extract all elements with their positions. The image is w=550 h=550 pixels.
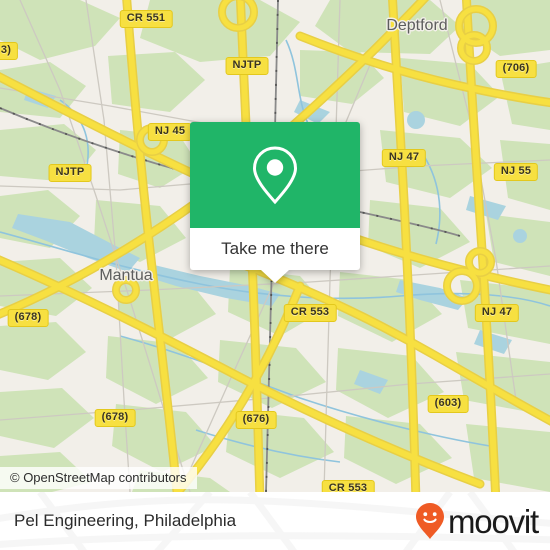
moovit-pin-smiley-icon bbox=[416, 503, 444, 539]
take-me-there-label: Take me there bbox=[221, 239, 329, 258]
road-shield[interactable]: NJTP bbox=[225, 57, 269, 75]
road-shield[interactable]: (678) bbox=[7, 309, 49, 327]
place-label: Mantua bbox=[99, 267, 153, 284]
road-shield[interactable]: 3) bbox=[0, 42, 19, 60]
road-shield[interactable]: CR 553 bbox=[321, 480, 375, 492]
page-title: Pel Engineering, Philadelphia bbox=[14, 511, 237, 530]
road-shield[interactable]: (678) bbox=[94, 409, 136, 427]
popup-pointer bbox=[261, 270, 289, 283]
osm-attribution[interactable]: © OpenStreetMap contributors bbox=[0, 467, 197, 489]
moovit-logo[interactable]: moovit bbox=[415, 502, 539, 540]
footer-bar: Pel Engineering, Philadelphia moovit bbox=[0, 492, 550, 550]
location-popup[interactable]: Take me there bbox=[190, 122, 360, 283]
moovit-wordmark: moovit bbox=[448, 502, 539, 540]
take-me-there-button[interactable]: Take me there bbox=[190, 228, 360, 270]
map-pin-icon bbox=[252, 146, 298, 205]
road-shield[interactable]: NJ 55 bbox=[493, 163, 539, 181]
road-shield[interactable]: NJ 47 bbox=[474, 304, 520, 322]
place-label: Deptford bbox=[386, 17, 448, 34]
road-shield[interactable]: (676) bbox=[235, 411, 277, 429]
map-screenshot: Deptford Mantua CR 551 3) NJTP (706) NJ … bbox=[0, 0, 550, 550]
road-shield[interactable]: NJ 47 bbox=[381, 149, 427, 167]
road-shield[interactable]: CR 553 bbox=[283, 304, 337, 322]
map-canvas[interactable]: Deptford Mantua CR 551 3) NJTP (706) NJ … bbox=[0, 0, 550, 492]
road-shield[interactable]: CR 551 bbox=[119, 10, 173, 28]
road-shield[interactable]: NJTP bbox=[48, 164, 92, 182]
road-shield[interactable]: NJ 45 bbox=[147, 123, 193, 141]
popup-image-area bbox=[190, 122, 360, 228]
road-shield[interactable]: (706) bbox=[495, 60, 537, 78]
road-shield[interactable]: (603) bbox=[427, 395, 469, 413]
